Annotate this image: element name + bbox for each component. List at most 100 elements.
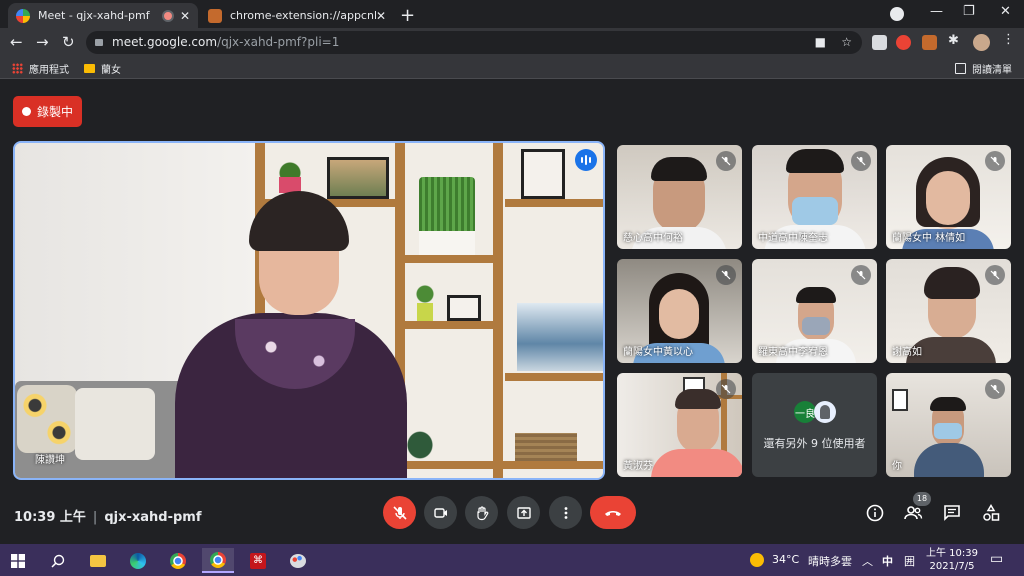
participant-name: 慈心高中何裕 [623,233,683,244]
pillow [75,388,155,460]
clock-date: 2021/7/5 [929,561,975,572]
media-control-icon[interactable] [890,7,904,21]
reading-list-label: 閱讀清單 [972,65,1012,76]
notification-icon[interactable]: ▭ [990,551,1003,567]
mic-off-icon [851,151,871,171]
mic-toggle-button[interactable] [383,496,416,529]
activities-icon [983,504,1000,521]
url-host: meet.google.com [112,35,218,49]
taskbar-app-chrome-active[interactable] [202,548,234,573]
profile-avatar[interactable] [973,34,990,51]
bookmark-folder[interactable]: 蘭女 [84,61,121,76]
address-bar[interactable]: meet.google.com/qjx-xahd-pmf?pli=1 ■ ☆ [86,31,862,54]
restore-icon[interactable]: ❐ [963,4,975,19]
hand-icon [476,505,488,520]
recording-badge[interactable]: 錄製中 [13,96,82,127]
bookmark-apps[interactable]: 應用程式 [12,61,69,76]
avatar: 一良 [794,401,816,423]
plant [405,429,435,461]
edge-icon [130,552,146,569]
weather-desc[interactable]: 晴時多雲 [808,553,852,569]
face-mask [792,197,838,225]
present-screen-button[interactable] [507,496,540,529]
participant-hair [796,287,836,303]
participant-hair [930,397,966,411]
bookmarks-bar: 應用程式 蘭女 閱讀清單 [0,57,1024,79]
close-tab-icon[interactable]: ✕ [180,9,190,23]
extension-icon[interactable] [922,35,937,50]
divider: | [92,510,98,525]
close-tab-icon[interactable]: ✕ [376,9,386,23]
reading-list-icon [955,63,966,74]
meeting-code: qjx-xahd-pmf [104,510,202,525]
participant-tile[interactable]: 你 [886,373,1011,477]
menu-kebab-icon[interactable]: ⋮ [1002,32,1017,47]
shelf-board [405,321,495,329]
camera-toggle-button[interactable] [424,496,457,529]
main-speaker-tile[interactable]: 陳讚坤 [13,141,605,480]
ime-indicator[interactable]: 中 [882,553,893,569]
chat-button[interactable] [941,502,963,524]
minimize-icon[interactable]: — [930,4,943,19]
raise-hand-button[interactable] [465,496,498,529]
camera-permission-icon[interactable]: ■ [815,31,826,54]
participant-tile[interactable]: 慈心高中何裕 [617,145,742,249]
back-icon[interactable]: ← [10,33,23,51]
lock-icon [95,39,103,46]
more-participants-tile[interactable]: 一良 還有另外 9 位使用者 [752,373,877,477]
url-path: /qjx-xahd-pmf?pli=1 [217,35,340,49]
pillow [17,385,77,453]
shelf-post [493,143,503,478]
meeting-details-button[interactable] [864,502,886,524]
participant-name: 蘭陽女中黃以心 [623,347,693,358]
start-button[interactable] [2,548,34,573]
taskbar-app-acrobat[interactable]: ⌘ [242,548,274,573]
participant-name: 黃淑芬 [623,461,653,472]
camera-icon [433,507,447,518]
mic-off-icon [851,265,871,285]
clock-time: 上午 10:39 [926,548,978,559]
chrome-icon [170,552,186,569]
face-mask [934,423,962,439]
taskbar-app-paint[interactable] [282,548,314,573]
mic-off-icon [985,151,1005,171]
participant-hair [651,157,707,181]
activities-button[interactable] [980,502,1002,524]
tab-extension[interactable]: chrome-extension://appcnhiefcidclcdjeahg… [200,3,394,28]
participant-hair [786,149,844,173]
participant-tile[interactable]: 中道高中陳奎志 [752,145,877,249]
palette-icon [290,553,306,568]
extension-icon[interactable] [872,35,887,50]
shelf-board [505,373,603,381]
participant-tile[interactable]: 黃淑芬 [617,373,742,477]
taskbar-app-chrome[interactable] [162,548,194,573]
participant-tile[interactable]: 蘭陽女中黃以心 [617,259,742,363]
tray-expand-icon[interactable]: ︿ [862,553,873,569]
participant-name: 你 [892,461,902,472]
bookmark-star-icon[interactable]: ☆ [841,31,852,54]
new-tab-icon[interactable]: + [400,5,415,26]
puzzle-icon[interactable]: ✱ [948,33,963,48]
participant-tile[interactable]: 蘭陽女中 林倩如 [886,145,1011,249]
windows-taskbar: ⌘ 34°C 晴時多雲 ︿ 中 囲 上午 10:39 2021/7/5 ▭ [0,544,1024,576]
more-options-button[interactable] [549,496,582,529]
taskbar-app-explorer[interactable] [82,548,114,573]
people-button[interactable] [902,502,924,524]
participant-tile[interactable]: 謝高如 [886,259,1011,363]
extension-record-icon[interactable] [896,35,911,50]
reading-list[interactable]: 閱讀清單 [955,61,1012,76]
close-window-icon[interactable]: ✕ [1000,4,1011,19]
taskbar-app-edge[interactable] [122,548,154,573]
participant-tile[interactable]: 羅東高中李宥恩 [752,259,877,363]
reload-icon[interactable]: ↻ [62,33,75,51]
weather-temp[interactable]: 34°C [772,553,799,566]
basket [515,433,577,461]
tab-meet[interactable]: Meet - qjx-xahd-pmf ✕ [8,3,198,28]
ime-mode-icon[interactable]: 囲 [904,553,915,569]
leave-call-button[interactable] [590,496,636,529]
search-button[interactable] [42,548,74,573]
participant-body [651,449,742,477]
system-clock[interactable]: 上午 10:39 2021/7/5 [924,547,980,573]
forward-icon[interactable]: → [36,33,49,51]
framed-picture [521,149,565,199]
